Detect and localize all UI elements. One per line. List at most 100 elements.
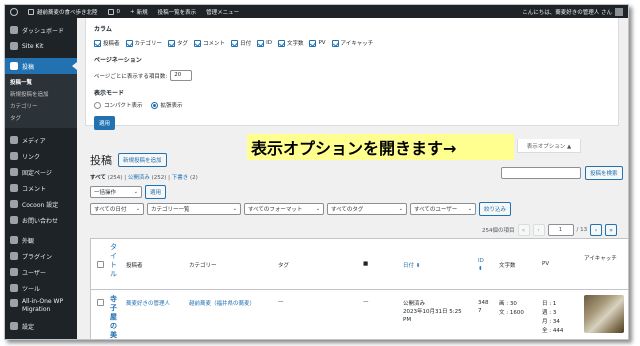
comments-link[interactable]: 0 bbox=[103, 5, 126, 18]
post-title-link[interactable]: 寺子屋の美麦 bbox=[110, 295, 119, 339]
post-thumbnail[interactable] bbox=[584, 295, 624, 333]
view-mode-compact[interactable]: コンパクト表示 bbox=[94, 101, 143, 109]
bulk-apply-button[interactable]: 適用 bbox=[145, 185, 167, 199]
column-toggle-id[interactable]: ID bbox=[257, 39, 272, 47]
pv-all: 全 : 444 bbox=[542, 328, 564, 334]
submenu-all-posts[interactable]: 投稿一覧 bbox=[5, 77, 77, 89]
column-header-comments[interactable]: ■ bbox=[363, 261, 368, 267]
column-toggle-category[interactable]: カテゴリー bbox=[125, 39, 162, 47]
per-page-input[interactable]: 20 bbox=[170, 70, 193, 81]
view-all[interactable]: すべて bbox=[90, 175, 106, 181]
view-mode-extended[interactable]: 拡張表示 bbox=[150, 101, 183, 109]
bulk-actions-select[interactable]: 一括操作 ⌄ bbox=[90, 186, 142, 198]
select-all-checkbox[interactable] bbox=[97, 261, 104, 268]
menu-label: 固定ページ bbox=[22, 169, 52, 177]
total-pages: / 13 bbox=[576, 227, 588, 233]
menu-links[interactable]: リンク bbox=[5, 148, 77, 164]
current-page-input[interactable]: 1 bbox=[547, 224, 574, 236]
screen-options-apply-button[interactable]: 適用 bbox=[94, 116, 116, 130]
column-header-title[interactable]: タイトル bbox=[110, 243, 119, 279]
first-page-button[interactable]: « bbox=[517, 224, 530, 236]
screen-options-tab[interactable]: 表示オプション ▲ bbox=[517, 139, 581, 153]
site-name-link[interactable]: 越前蕎麦の食べ歩き北陸 bbox=[23, 5, 103, 18]
menu-users[interactable]: ユーザー bbox=[5, 264, 77, 280]
column-toggle-author[interactable]: 投稿者 bbox=[94, 39, 120, 47]
radio-button[interactable] bbox=[150, 101, 158, 109]
select-value: すべてのフォーマット bbox=[248, 207, 303, 213]
next-page-button[interactable]: › bbox=[590, 224, 603, 236]
checkbox[interactable] bbox=[194, 39, 202, 47]
column-header-date[interactable]: 日付 ⬍ bbox=[403, 261, 420, 269]
checkbox[interactable] bbox=[331, 39, 339, 47]
last-page-button[interactable]: » bbox=[605, 224, 618, 236]
filter-button[interactable]: 絞り込み bbox=[479, 202, 512, 216]
submenu-categories[interactable]: カテゴリー bbox=[5, 101, 77, 113]
checkbox-label: 投稿者 bbox=[103, 41, 120, 47]
checkbox[interactable] bbox=[168, 39, 176, 47]
menu-settings[interactable]: 設定 bbox=[5, 318, 77, 334]
menu-label: 外観 bbox=[22, 237, 35, 245]
column-toggle-date[interactable]: 日付 bbox=[231, 39, 251, 47]
submenu-add-new[interactable]: 新規投稿を追加 bbox=[5, 89, 77, 101]
account-menu[interactable]: こんにちは、蕎麦好きの管理人 さん bbox=[517, 5, 628, 18]
menu-tools[interactable]: ツール bbox=[5, 280, 77, 296]
menu-pages[interactable]: 固定ページ bbox=[5, 164, 77, 180]
post-author-link[interactable]: 蕎麦好きの管理人 bbox=[126, 299, 170, 307]
select-value: 一括操作 bbox=[94, 190, 117, 196]
user-filter-select[interactable]: すべてのユーザー ⌄ bbox=[410, 203, 476, 215]
wp-logo-button[interactable] bbox=[5, 5, 23, 18]
menu-comments[interactable]: コメント bbox=[5, 180, 77, 196]
menu-cocoon[interactable]: Cocoon 設定 bbox=[5, 196, 77, 212]
checkbox[interactable] bbox=[231, 39, 239, 47]
columns-checkboxes: 投稿者 カテゴリー タグ コメント 日付 ID 文字数 PV アイキャッチ bbox=[94, 39, 610, 47]
checkbox-label: 日付 bbox=[240, 41, 252, 47]
radio-button[interactable] bbox=[94, 101, 101, 109]
column-toggle-comment[interactable]: コメント bbox=[194, 39, 225, 47]
column-header-id[interactable]: ID ⬍ bbox=[478, 257, 486, 273]
menu-migration[interactable]: All-in-One WP Migration bbox=[5, 296, 77, 318]
admin-menu-link[interactable]: 管理メニュー bbox=[201, 5, 244, 18]
column-toggle-thumbnail[interactable]: アイキャッチ bbox=[331, 39, 373, 47]
column-toggle-pv[interactable]: PV bbox=[309, 39, 326, 47]
view-published[interactable]: 公開済み bbox=[128, 175, 150, 181]
menu-media[interactable]: メディア bbox=[5, 132, 77, 148]
menu-label: ダッシュボード bbox=[22, 27, 65, 35]
submenu-tags[interactable]: タグ bbox=[5, 113, 77, 125]
menu-contact[interactable]: お問い合わせ bbox=[5, 212, 77, 228]
column-toggle-tag[interactable]: タグ bbox=[168, 39, 188, 47]
checkbox[interactable] bbox=[257, 39, 265, 47]
checkbox[interactable] bbox=[125, 39, 133, 47]
checkbox[interactable] bbox=[277, 39, 285, 47]
post-category-link[interactable]: 越前蕎麦（福井県の蕎麦） bbox=[189, 299, 255, 307]
prev-page-button[interactable]: ‹ bbox=[532, 224, 545, 236]
chevron-down-icon: ⌄ bbox=[135, 206, 140, 212]
post-image-count: 画 : 30 bbox=[499, 301, 517, 307]
column-header-pv: PV bbox=[542, 261, 550, 267]
view-mode-row: コンパクト表示 拡張表示 bbox=[94, 101, 610, 109]
tag-filter-select[interactable]: すべてのタグ ⌄ bbox=[327, 203, 407, 215]
date-filter-select[interactable]: すべての日付 ⌄ bbox=[90, 203, 144, 215]
menu-appearance[interactable]: 外観 bbox=[5, 232, 77, 248]
add-new-post-button[interactable]: 新規投稿を追加 bbox=[118, 153, 167, 167]
row-checkbox[interactable] bbox=[97, 299, 104, 306]
menu-dashboard[interactable]: ダッシュボード bbox=[5, 22, 77, 38]
plugin-icon bbox=[10, 252, 18, 260]
view-drafts[interactable]: 下書き bbox=[172, 175, 189, 181]
menu-plugins[interactable]: プラグイン bbox=[5, 248, 77, 264]
search-posts-button[interactable]: 投稿を検索 bbox=[585, 166, 623, 180]
post-search: 投稿を検索 bbox=[501, 166, 623, 180]
new-content-link[interactable]: + 新規 bbox=[125, 5, 153, 18]
menu-posts[interactable]: 投稿 bbox=[5, 58, 77, 74]
view-posts-link[interactable]: 投稿一覧を表示 bbox=[153, 5, 202, 18]
checkbox[interactable] bbox=[94, 39, 101, 47]
column-header-thumbnail: アイキャッチ bbox=[584, 256, 617, 262]
category-filter-select[interactable]: カテゴリー一覧 ⌄ bbox=[147, 203, 241, 215]
tablenav-filters: 一括操作 ⌄ 適用 すべての日付 ⌄ カテゴリー一覧 ⌄ すべてのフォーマット ⌄ すべ… bbox=[90, 185, 628, 219]
column-toggle-chars[interactable]: 文字数 bbox=[277, 39, 303, 47]
menu-sitekit[interactable]: Site Kit bbox=[5, 38, 77, 54]
search-input[interactable] bbox=[501, 167, 581, 179]
format-filter-select[interactable]: すべてのフォーマット ⌄ bbox=[244, 203, 324, 215]
menu-label: Cocoon 設定 bbox=[22, 201, 59, 209]
checkbox[interactable] bbox=[309, 39, 317, 47]
annotation-callout: 表示オプションを開きます→ bbox=[247, 134, 514, 160]
